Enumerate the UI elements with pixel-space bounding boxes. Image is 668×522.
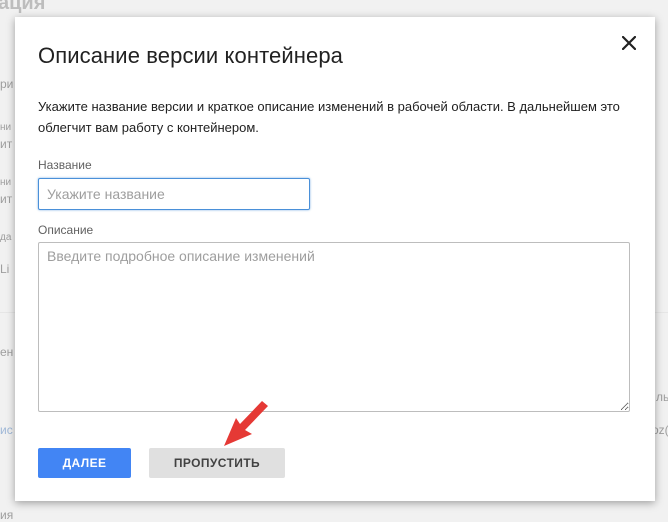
bg-text-fragment: ен bbox=[0, 345, 14, 359]
bg-text-fragment: ни bbox=[0, 177, 12, 188]
close-icon bbox=[622, 36, 636, 50]
close-button[interactable] bbox=[615, 29, 643, 57]
bg-text-fragment: да bbox=[0, 232, 12, 243]
version-name-input[interactable] bbox=[38, 178, 310, 210]
skip-button[interactable]: ПРОПУСТИТЬ bbox=[149, 448, 285, 478]
bg-text-fragment: ия bbox=[0, 508, 14, 522]
bg-text-fragment: ит bbox=[0, 137, 13, 151]
dialog-intro-text: Укажите название версии и краткое описан… bbox=[38, 99, 620, 135]
bg-text-fragment: ит bbox=[0, 192, 13, 206]
bg-link-fragment: ис bbox=[0, 423, 13, 437]
description-label: Описание bbox=[38, 223, 94, 237]
annotation-arrow-icon bbox=[224, 401, 268, 446]
version-description-dialog: Описание версии контейнера Укажите назва… bbox=[15, 17, 655, 501]
name-label: Название bbox=[38, 158, 92, 172]
bg-page-title: ация bbox=[0, 0, 46, 14]
version-description-textarea[interactable] bbox=[38, 242, 630, 412]
bg-text-fragment: ни bbox=[0, 122, 12, 133]
bg-text-fragment: ль bbox=[656, 390, 668, 404]
bg-text-fragment: Li bbox=[0, 262, 10, 276]
next-button[interactable]: ДАЛЕЕ bbox=[38, 448, 131, 478]
bg-text-fragment: ри bbox=[0, 77, 14, 91]
dialog-title: Описание версии контейнера bbox=[38, 43, 344, 68]
